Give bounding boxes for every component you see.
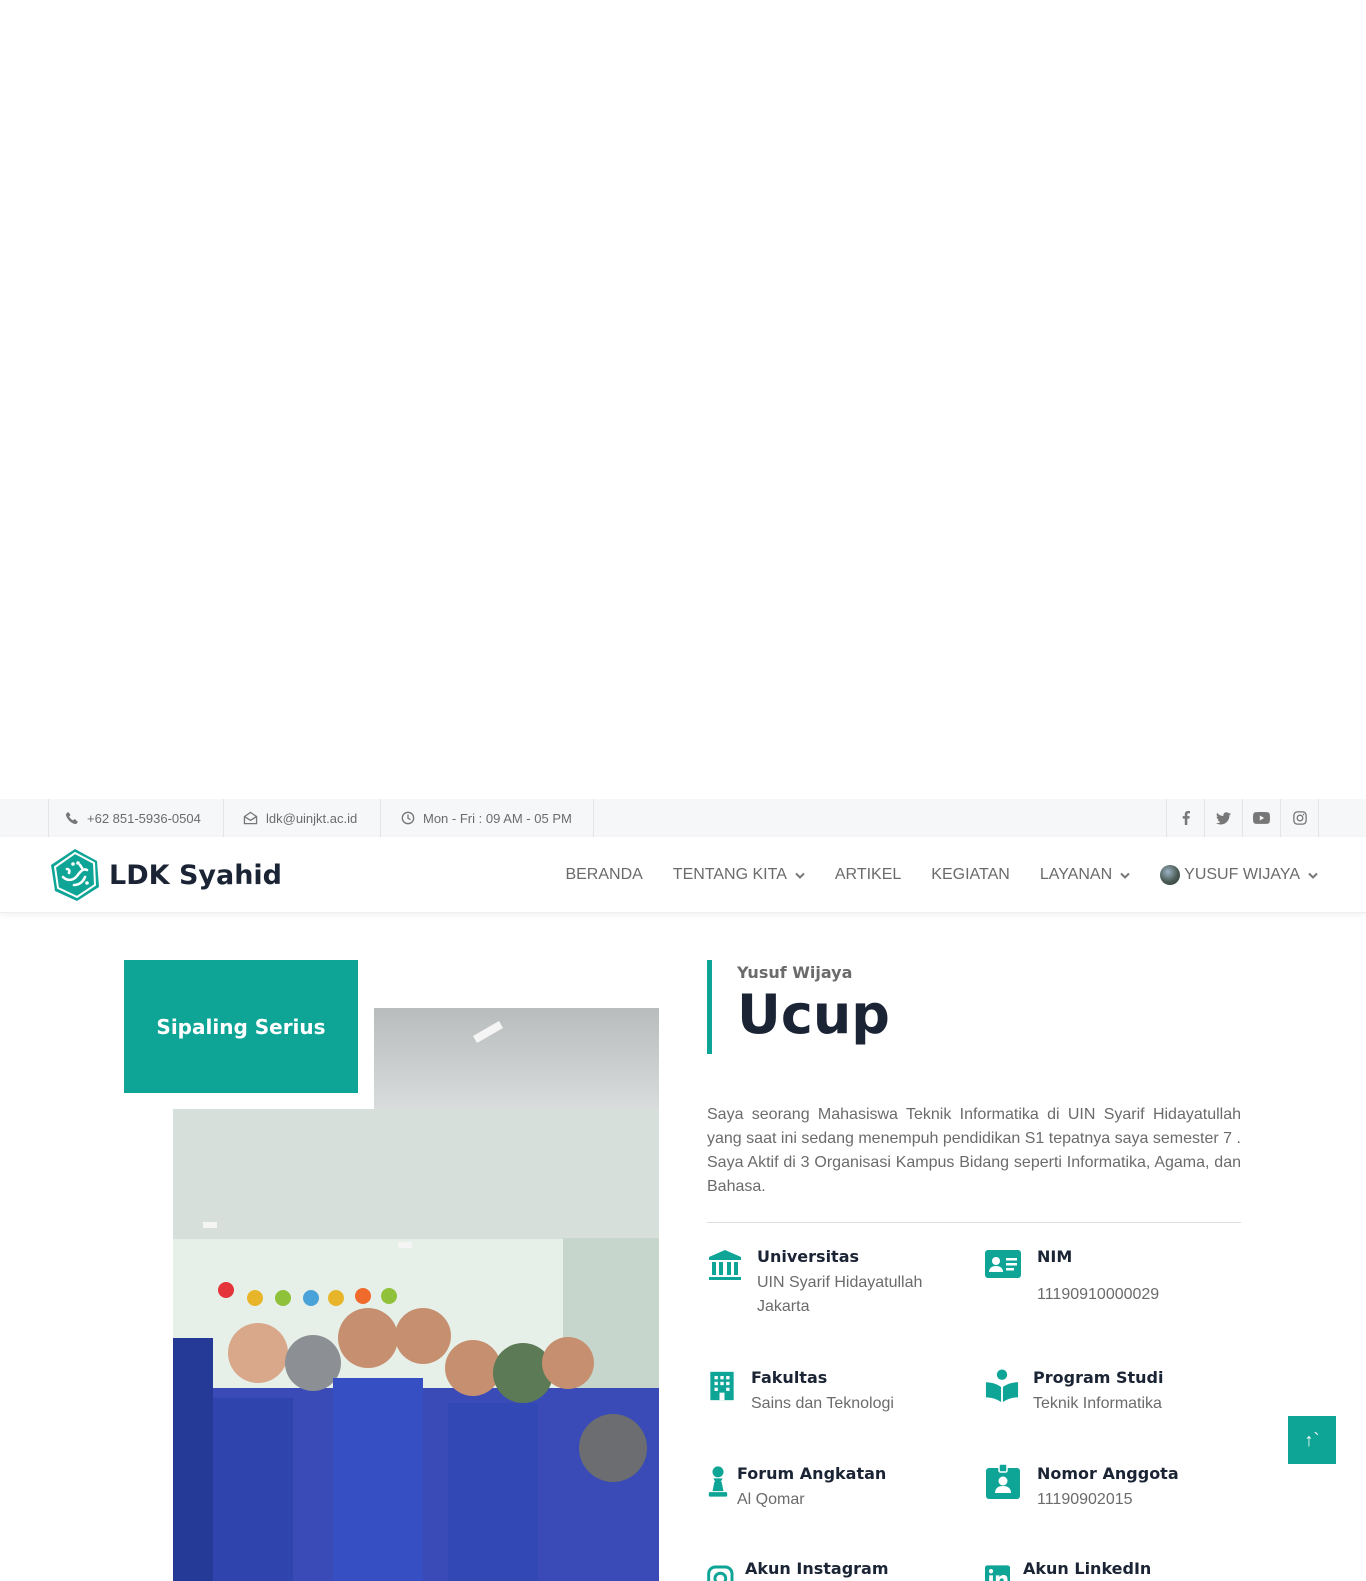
profile-tag: Sipaling Serius xyxy=(156,1014,326,1039)
info-label: Nomor Anggota xyxy=(1037,1464,1179,1483)
photo-frame-gap xyxy=(173,1093,374,1109)
info-label: Universitas xyxy=(757,1247,860,1266)
info-value: Teknik Informatika xyxy=(1033,1395,1162,1412)
main-navbar: LDK Syahid BERANDA TENTANG KITA ARTIKEL … xyxy=(0,837,1366,913)
hours-text: Mon - Fri : 09 AM - 05 PM xyxy=(423,810,572,826)
building-icon xyxy=(710,1371,734,1401)
nav-label: ARTIKEL xyxy=(834,866,902,883)
brand-name: LDK Syahid xyxy=(109,859,283,891)
facebook-link[interactable] xyxy=(1167,799,1205,837)
instagram-icon xyxy=(1292,811,1307,825)
info-label: Forum Angkatan xyxy=(737,1464,887,1483)
main-nav: BERANDA TENTANG KITA ARTIKEL KEGIATAN LA… xyxy=(535,837,1318,913)
nav-label: TENTANG KITA xyxy=(672,866,787,883)
back-to-top-label: ↑` xyxy=(1304,1429,1320,1450)
instagram-link[interactable] xyxy=(1281,799,1319,837)
twitter-icon xyxy=(1216,811,1231,824)
nav-label: LAYANAN xyxy=(1039,866,1113,883)
id-badge-icon xyxy=(986,1464,1020,1499)
profile-full-name: Yusuf Wijaya xyxy=(737,963,853,982)
university-icon xyxy=(709,1250,741,1280)
clock-icon xyxy=(401,811,415,825)
info-universitas: Universitas UIN Syarif Hidayatullah Jaka… xyxy=(707,1247,932,1319)
chess-pawn-icon xyxy=(708,1466,728,1497)
chevron-down-icon xyxy=(1120,872,1130,879)
info-value: Al Qomar xyxy=(737,1491,805,1508)
top-info-bar: +62 851-5936-0504 ldk@uinjkt.ac.id Mon -… xyxy=(0,799,1366,837)
nav-layanan[interactable]: LAYANAN xyxy=(1040,866,1130,884)
id-card-icon xyxy=(985,1250,1021,1278)
hero-area xyxy=(0,0,1366,799)
section-divider xyxy=(707,1222,1241,1223)
hours-info: Mon - Fri : 09 AM - 05 PM xyxy=(381,799,594,837)
phone-info[interactable]: +62 851-5936-0504 xyxy=(48,799,224,837)
envelope-open-icon xyxy=(243,811,258,825)
nav-beranda[interactable]: BERANDA xyxy=(565,866,642,884)
brand[interactable]: LDK Syahid xyxy=(47,847,282,903)
info-value: 11190902015 xyxy=(1037,1491,1133,1508)
instagram-icon xyxy=(707,1565,734,1581)
twitter-link[interactable] xyxy=(1205,799,1243,837)
youtube-icon xyxy=(1253,812,1270,824)
info-value: UIN Syarif Hidayatullah Jakarta xyxy=(757,1274,923,1315)
back-to-top-button[interactable]: ↑` xyxy=(1288,1416,1336,1464)
info-label: Fakultas xyxy=(751,1368,828,1387)
info-instagram: Akun Instagram xyxy=(707,1559,889,1581)
profile-bio: Saya seorang Mahasiswa Teknik Informatik… xyxy=(707,1106,1241,1195)
info-fakultas: Fakultas Sains dan Teknologi xyxy=(707,1368,894,1416)
book-reader-icon xyxy=(985,1369,1019,1403)
nav-label: BERANDA xyxy=(565,866,643,883)
phone-icon xyxy=(65,812,78,825)
profile-name-block: Yusuf Wijaya Ucup xyxy=(707,960,890,1054)
email-info[interactable]: ldk@uinjkt.ac.id xyxy=(224,799,381,837)
info-nim: NIM 11190910000029 xyxy=(985,1247,1159,1307)
info-linkedin: Akun LinkedIn xyxy=(985,1559,1151,1581)
ldk-logo-icon xyxy=(51,849,99,901)
nav-user-menu[interactable]: YUSUF WIJAYA xyxy=(1160,865,1318,885)
profile-nickname: Ucup xyxy=(737,983,890,1046)
youtube-link[interactable] xyxy=(1243,799,1281,837)
info-label: Akun LinkedIn xyxy=(1023,1559,1152,1578)
nav-artikel[interactable]: ARTIKEL xyxy=(835,866,901,884)
info-value: Sains dan Teknologi xyxy=(751,1395,894,1412)
nav-tentang-kita[interactable]: TENTANG KITA xyxy=(673,866,805,884)
chevron-down-icon xyxy=(795,872,805,879)
avatar xyxy=(1160,865,1181,885)
email-text: ldk@uinjkt.ac.id xyxy=(266,810,358,826)
nav-label: KEGIATAN xyxy=(931,866,1010,883)
nav-user-label: YUSUF WIJAYA xyxy=(1184,866,1300,883)
info-value: 11190910000029 xyxy=(1037,1286,1160,1303)
info-forum-angkatan: Forum Angkatan Al Qomar xyxy=(707,1464,886,1512)
info-label: Akun Instagram xyxy=(745,1559,889,1578)
linkedin-icon xyxy=(985,1565,1010,1581)
nav-kegiatan[interactable]: KEGIATAN xyxy=(931,866,1010,884)
info-nomor-anggota: Nomor Anggota 11190902015 xyxy=(985,1464,1179,1512)
chevron-down-icon xyxy=(1308,872,1318,879)
info-program-studi: Program Studi Teknik Informatika xyxy=(985,1368,1164,1416)
phone-text: +62 851-5936-0504 xyxy=(87,810,201,826)
facebook-icon xyxy=(1182,811,1190,825)
info-label: NIM xyxy=(1037,1247,1073,1266)
profile-tag-box: Sipaling Serius xyxy=(124,960,358,1093)
social-links xyxy=(1166,799,1319,837)
info-label: Program Studi xyxy=(1033,1368,1164,1387)
